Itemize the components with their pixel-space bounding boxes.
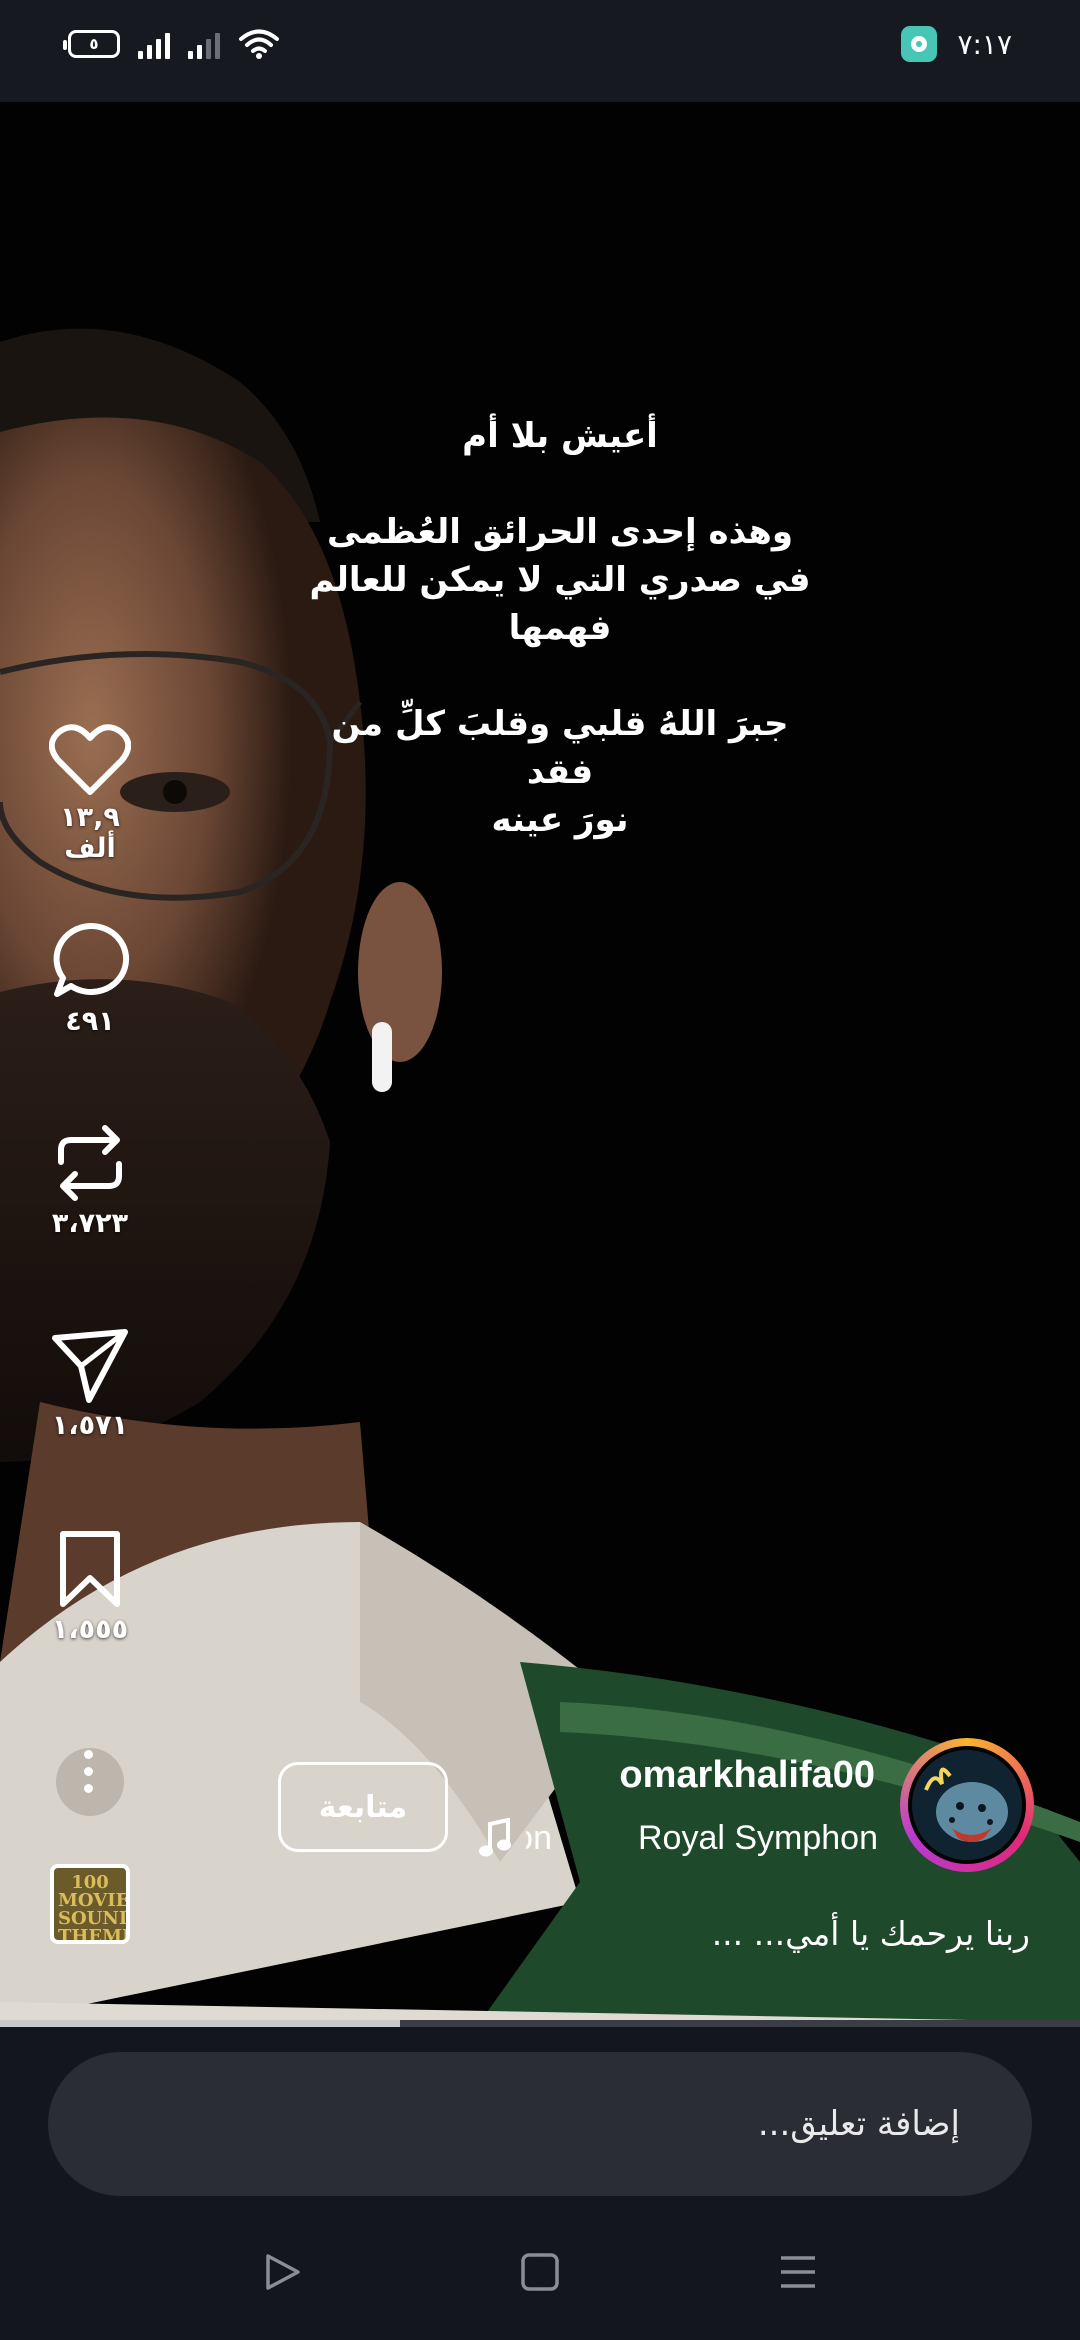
system-nav-bar — [0, 2196, 1080, 2340]
like-count: ١٣,٩ ألف — [60, 802, 120, 864]
bookmark-icon[interactable] — [55, 1530, 125, 1610]
notification-app-icon — [901, 26, 938, 62]
share-count: ١،٥٧١ — [51, 1410, 129, 1441]
repost-action[interactable]: ٣،٧٢٣ — [30, 1122, 150, 1239]
avatar[interactable] — [908, 1746, 1026, 1864]
comment-count: ٤٩١ — [65, 1006, 115, 1037]
author-avatar-ring[interactable] — [900, 1738, 1034, 1872]
comment-action[interactable]: ٤٩١ — [30, 920, 150, 1037]
video-progress-bar[interactable] — [0, 2020, 1080, 2027]
follow-button[interactable]: متابعة — [278, 1762, 448, 1852]
save-action[interactable]: ١،٥٥٥ — [30, 1530, 150, 1645]
signal-icon-sim2 — [188, 29, 220, 59]
music-note-icon — [479, 1818, 511, 1857]
save-count: ١،٥٥٥ — [51, 1614, 129, 1645]
post-media[interactable]: أعيش بلا أم وهذه إحدى الحرائق العُظمى في… — [0, 102, 1080, 2022]
share-action[interactable]: ١،٥٧١ — [30, 1324, 150, 1441]
menu-lines-icon[interactable] — [778, 2252, 818, 2292]
battery-icon: ٥ — [63, 30, 120, 58]
triangle-back-icon[interactable] — [262, 2252, 302, 2292]
battery-level: ٥ — [89, 35, 99, 53]
music-cover-thumbnail[interactable]: 100 MOVIE SOUNDTRACK THEMES — [50, 1864, 130, 1944]
more-vertical-icon[interactable] — [82, 1750, 94, 1801]
heart-icon[interactable] — [49, 722, 131, 798]
square-home-icon[interactable] — [520, 2252, 560, 2292]
comment-input[interactable]: إضافة تعليق... — [48, 2052, 1032, 2196]
repost-count: ٣،٧٢٣ — [51, 1208, 129, 1239]
portrait-photo — [0, 102, 1080, 2022]
paper-plane-icon[interactable] — [49, 1324, 131, 1406]
music-title-marquee: Royal Symphon oon — [526, 1814, 878, 1864]
music-title-loop: oon — [526, 1819, 552, 1857]
music-cover-text: 100 MOVIE SOUNDTRACK THEMES — [58, 1872, 130, 1944]
jaguar-avatar-image — [912, 1750, 1022, 1860]
status-icons-left: ٥ — [63, 28, 280, 60]
post-caption[interactable]: ربنا يرحمك يا أمي... ... — [712, 1914, 1030, 1953]
wifi-icon — [239, 29, 279, 59]
like-action[interactable]: ١٣,٩ ألف — [30, 722, 150, 864]
music-title: Royal Symphon — [637, 1819, 878, 1857]
repost-icon[interactable] — [49, 1122, 131, 1204]
author-username[interactable]: omarkhalifa00 — [619, 1754, 875, 1797]
signal-icon-sim1 — [138, 29, 170, 59]
status-clock: ٧:١٧ — [957, 27, 1012, 61]
status-bar: ٥ ٧:١٧ — [0, 0, 1080, 102]
comment-input-placeholder: إضافة تعليق... — [757, 2104, 960, 2144]
speech-bubble-icon[interactable] — [49, 920, 131, 1002]
video-progress-fill — [0, 2020, 400, 2027]
music-row[interactable]: Royal Symphon oon — [478, 1814, 878, 1864]
post-overlay-text: أعيش بلا أم وهذه إحدى الحرائق العُظمى في… — [309, 416, 811, 840]
status-icons-right: ٧:١٧ — [901, 26, 1012, 62]
